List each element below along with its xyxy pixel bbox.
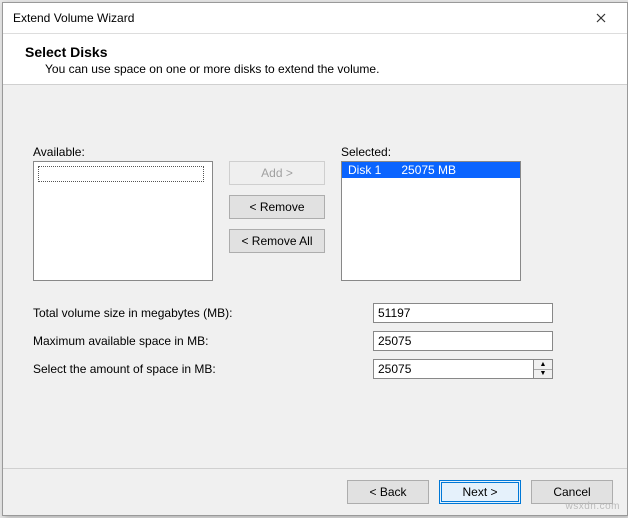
selected-label: Selected: [341,145,521,159]
select-space-spinner[interactable]: ▲ ▼ [373,359,553,379]
select-space-row: Select the amount of space in MB: ▲ ▼ [33,359,597,379]
list-item[interactable]: Disk 1 25075 MB [342,162,520,178]
select-space-label: Select the amount of space in MB: [33,362,373,376]
max-space-value [373,331,553,351]
spinner-up[interactable]: ▲ [534,360,552,370]
select-space-input[interactable] [373,359,533,379]
size-fields: Total volume size in megabytes (MB): Max… [33,303,597,379]
remove-all-button[interactable]: < Remove All [229,229,325,253]
selected-column: Selected: Disk 1 25075 MB [341,145,521,281]
watermark: wsxdn.com [565,501,620,512]
window-title: Extend Volume Wizard [13,11,134,25]
wizard-window: Extend Volume Wizard Select Disks You ca… [2,2,628,516]
page-heading: Select Disks [25,44,611,60]
wizard-footer: < Back Next > Cancel [3,468,627,515]
disk-lists-area: Available: Add > < Remove < Remove All S… [33,145,597,281]
available-column: Available: [33,145,213,281]
selected-listbox[interactable]: Disk 1 25075 MB [341,161,521,281]
total-size-value [373,303,553,323]
spinner-down[interactable]: ▼ [534,370,552,379]
available-label: Available: [33,145,213,159]
back-button[interactable]: < Back [347,480,429,504]
max-space-row: Maximum available space in MB: [33,331,597,351]
titlebar: Extend Volume Wizard [3,3,627,34]
available-listbox[interactable] [33,161,213,281]
wizard-header: Select Disks You can use space on one or… [3,34,627,84]
add-button[interactable]: Add > [229,161,325,185]
focus-rect [38,166,204,182]
next-button[interactable]: Next > [439,480,521,504]
total-size-label: Total volume size in megabytes (MB): [33,306,373,320]
page-subtitle: You can use space on one or more disks t… [45,62,611,76]
close-button[interactable] [581,4,621,32]
remove-button[interactable]: < Remove [229,195,325,219]
wizard-body: Available: Add > < Remove < Remove All S… [3,84,627,468]
max-space-label: Maximum available space in MB: [33,334,373,348]
transfer-buttons: Add > < Remove < Remove All [229,161,325,253]
total-size-row: Total volume size in megabytes (MB): [33,303,597,323]
spinner-buttons: ▲ ▼ [533,359,553,379]
close-icon [596,13,606,23]
